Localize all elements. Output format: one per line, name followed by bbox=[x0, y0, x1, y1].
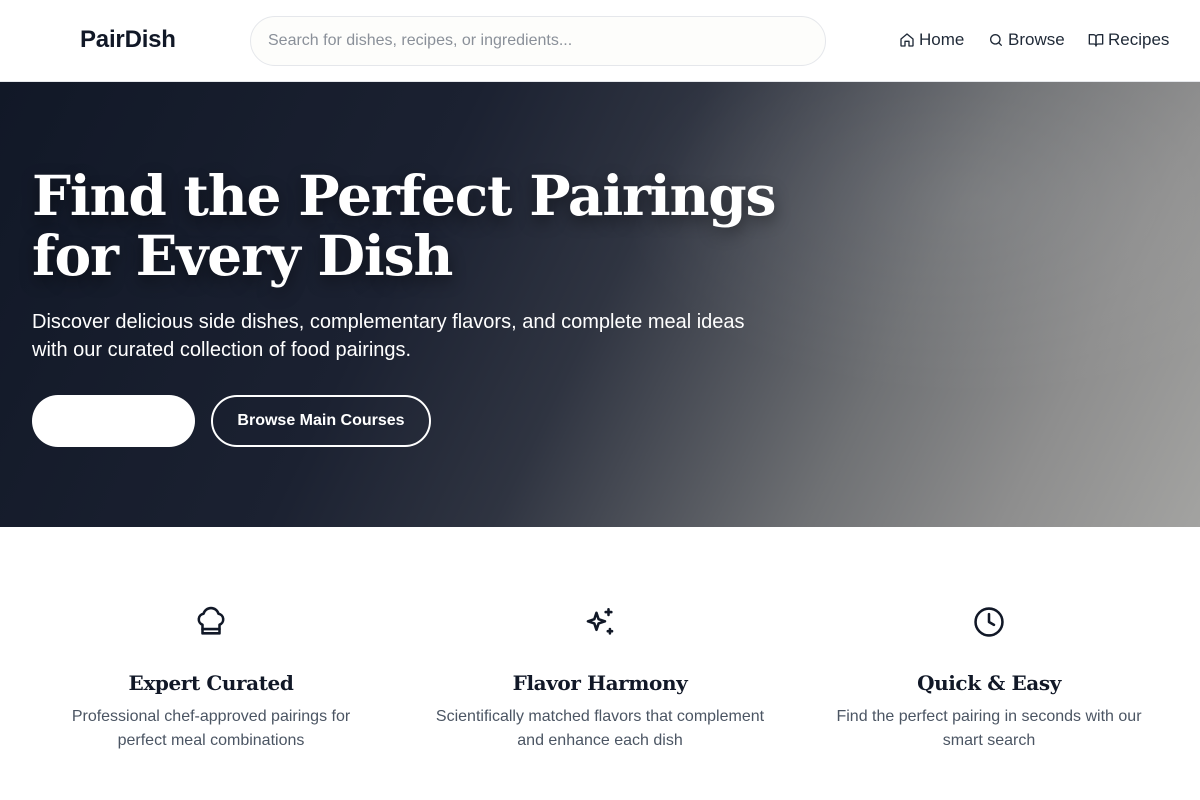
hero-subtitle: Discover delicious side dishes, compleme… bbox=[32, 308, 832, 364]
feature-description-line-1: Professional chef-approved pairings for bbox=[71, 708, 351, 725]
sparkles-icon bbox=[586, 607, 614, 635]
feature-description-line-1: Find the perfect pairing in seconds with… bbox=[836, 708, 1142, 725]
nav-recipes-label: Recipes bbox=[1108, 30, 1170, 49]
feature-description: Find the perfect pairing in seconds with… bbox=[799, 705, 1179, 753]
feature-title: Expert Curated bbox=[128, 671, 294, 695]
feature-title: Quick & Easy bbox=[917, 671, 1061, 695]
feature-description: Scientifically matched flavors that comp… bbox=[410, 705, 790, 753]
browse-main-courses-button[interactable]: Browse Main Courses bbox=[211, 395, 431, 447]
site-header: PairDish Home Browse Recipes bbox=[0, 0, 1200, 82]
search-icon bbox=[990, 34, 1002, 46]
home-icon bbox=[900, 33, 914, 47]
nav-home-label: Home bbox=[919, 30, 965, 49]
nav-home[interactable]: Home bbox=[899, 30, 964, 50]
hero-title-line-1: Find the Perfect Pairings bbox=[32, 163, 777, 228]
hero-title-line-2: for Every Dish bbox=[32, 223, 453, 288]
feature-quick-easy: Quick & Easy Find the perfect pairing in… bbox=[799, 605, 1179, 753]
feature-flavor-harmony: Flavor Harmony Scientifically matched fl… bbox=[410, 605, 790, 753]
search-input[interactable] bbox=[250, 16, 826, 66]
primary-cta-button[interactable] bbox=[32, 395, 195, 447]
nav-recipes[interactable]: Recipes bbox=[1088, 30, 1169, 50]
feature-title: Flavor Harmony bbox=[512, 671, 688, 695]
hero-subtitle-line-2: with our curated collection of food pair… bbox=[32, 339, 412, 361]
chef-hat-icon bbox=[197, 606, 225, 635]
clock-icon bbox=[974, 607, 1004, 637]
feature-description-line-2: smart search bbox=[942, 732, 1036, 749]
feature-description-line-1: Scientifically matched flavors that comp… bbox=[435, 708, 765, 725]
hero-subtitle-line-1: Discover delicious side dishes, compleme… bbox=[32, 311, 745, 333]
nav-browse-label: Browse bbox=[1008, 30, 1065, 49]
feature-description-line-2: and enhance each dish bbox=[517, 732, 683, 749]
hero-banner: Find the Perfect Pairings for Every Dish… bbox=[0, 82, 1200, 527]
hero-background bbox=[0, 82, 1200, 527]
hero-title: Find the Perfect Pairings for Every Dish bbox=[32, 166, 792, 286]
feature-expert-curated: Expert Curated Professional chef-approve… bbox=[21, 605, 401, 753]
site-logo[interactable]: PairDish bbox=[80, 26, 176, 54]
feature-description: Professional chef-approved pairings for … bbox=[21, 705, 401, 753]
feature-description-line-2: perfect meal combinations bbox=[117, 732, 305, 749]
nav-browse[interactable]: Browse bbox=[988, 30, 1065, 50]
book-icon bbox=[1088, 34, 1104, 47]
